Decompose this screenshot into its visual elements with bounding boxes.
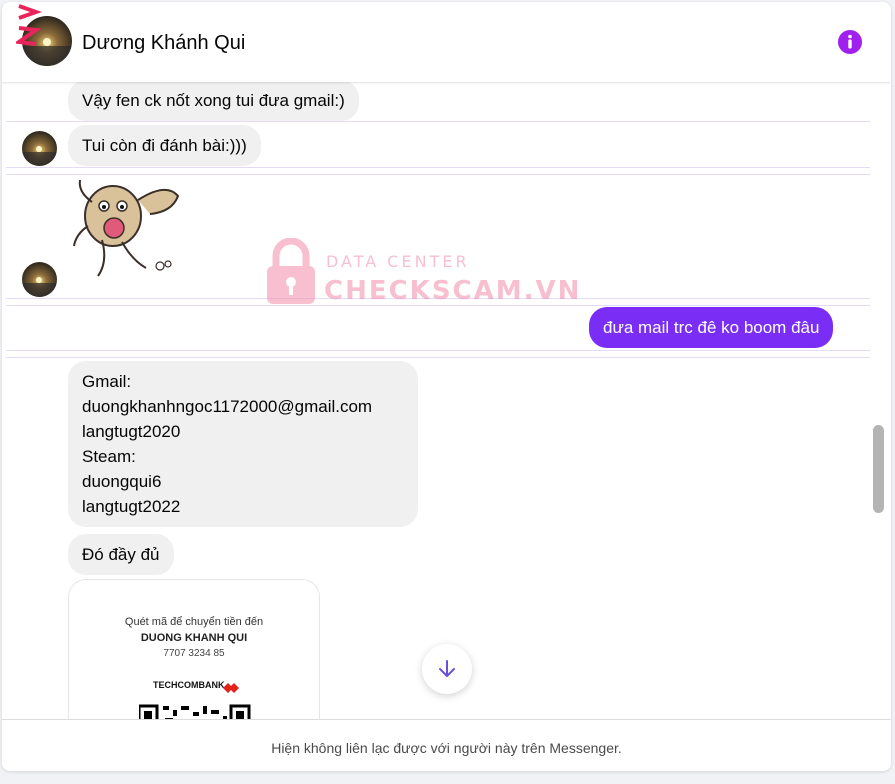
watermark: DATA CENTER CHECKSCAM.VN — [264, 238, 579, 312]
message-bubble[interactable]: Gmail: duongkhanhngoc1172000@gmail.com l… — [68, 361, 418, 527]
bank-name: TECHCOMBANK — [153, 680, 225, 690]
qr-account-name: DUONG KHANH QUI — [140, 632, 248, 644]
chat-header: Dương Khánh Qui — [2, 2, 891, 82]
contact-name[interactable]: Dương Khánh Qui — [82, 32, 245, 55]
outgoing-message-bubble[interactable]: đưa mail trc đê ko boom đâu — [589, 307, 834, 348]
qr-account-number: 7707 3234 85 — [163, 648, 225, 659]
message-divider — [6, 174, 870, 175]
message-divider — [6, 357, 870, 358]
message-divider — [6, 121, 870, 122]
message-bubble[interactable]: Đó đầy đủ — [68, 534, 174, 575]
sender-avatar[interactable] — [22, 131, 57, 166]
chat-window: Dương Khánh Qui Vậy fen ck nốt xong tui … — [2, 2, 891, 771]
message-divider — [6, 167, 870, 168]
watermark-logo-icon — [13, 2, 43, 52]
message-divider — [6, 298, 870, 299]
info-icon[interactable] — [838, 30, 862, 54]
watermark-bottom-text: CHECKSCAM.VN — [324, 276, 582, 306]
techcombank-logo-icon — [223, 680, 239, 693]
message-bubble[interactable]: Tui còn đi đánh bài:))) — [68, 125, 261, 166]
qr-caption: Quét mã để chuyển tiền đến — [124, 616, 264, 628]
sender-avatar[interactable] — [22, 262, 57, 297]
message-divider — [6, 350, 870, 351]
message-divider — [6, 305, 870, 306]
qr-image-attachment[interactable]: Quét mã để chuyển tiền đến DUONG KHANH Q… — [68, 579, 320, 739]
scrollbar-thumb[interactable] — [873, 425, 884, 513]
watermark-top-text: DATA CENTER — [326, 252, 470, 271]
arrow-down-icon — [439, 660, 455, 677]
scroll-to-bottom-button[interactable] — [422, 644, 472, 694]
message-bubble[interactable]: Vậy fen ck nốt xong tui đưa gmail:) — [68, 80, 359, 121]
composer-disabled-notice: Hiện không liên lạc được với người này t… — [2, 719, 891, 771]
dancing-dog-sticker[interactable] — [68, 176, 184, 286]
unavailable-notice: Hiện không liên lạc được với người này t… — [271, 740, 622, 756]
